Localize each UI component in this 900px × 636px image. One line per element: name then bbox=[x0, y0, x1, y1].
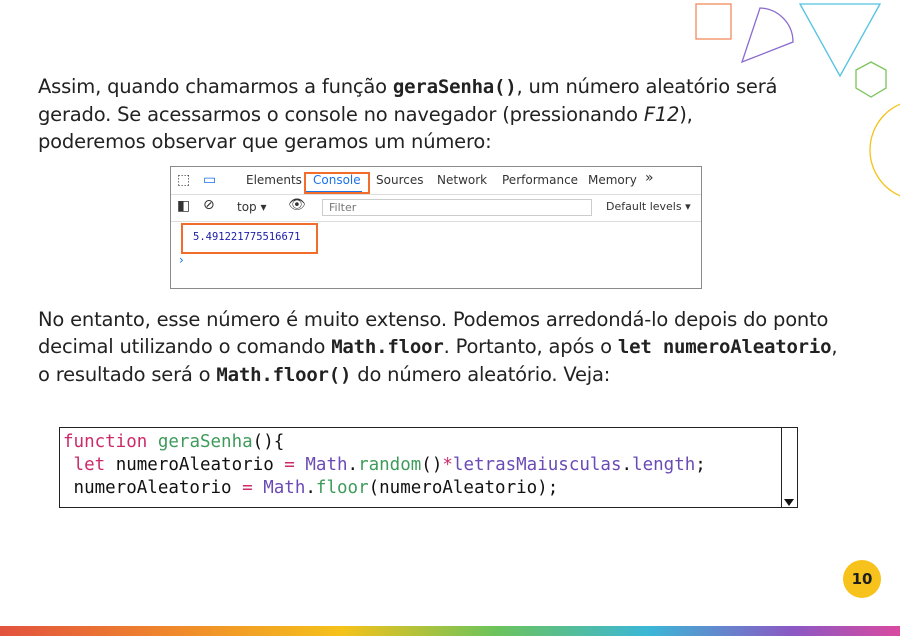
quarter-circle-shape bbox=[740, 7, 794, 64]
more-tabs-icon[interactable]: » bbox=[645, 170, 654, 186]
console-toolbar: ◧ ⊘ top ▾ 👁 Filter Default levels ▾ bbox=[171, 195, 701, 222]
rainbow-footer-bar bbox=[0, 626, 900, 636]
inline-code-let: let numeroAleatorio bbox=[617, 336, 832, 358]
circle-shape bbox=[869, 103, 900, 197]
triangle-shape bbox=[798, 3, 882, 78]
context-select[interactable]: top ▾ bbox=[237, 200, 267, 214]
inspect-icon[interactable]: ⬚ bbox=[177, 172, 190, 188]
console-tab-highlight bbox=[304, 172, 370, 194]
code-text: function geraSenha(){ let numeroAleatori… bbox=[63, 432, 706, 498]
filter-input[interactable]: Filter bbox=[322, 199, 592, 216]
devtools-tab-bar: ⬚ ▭ Elements Console Sources Network Per… bbox=[171, 167, 701, 195]
inline-code-math-floor: Math.floor bbox=[331, 336, 444, 358]
code-scrollbar[interactable] bbox=[781, 428, 797, 507]
code-block: function geraSenha(){ let numeroAleatori… bbox=[59, 427, 798, 508]
console-output-value: 5.491221775516671 bbox=[193, 231, 301, 243]
key-f12: F12 bbox=[643, 103, 680, 126]
console-prompt[interactable]: › bbox=[179, 253, 184, 267]
inline-code-math-floor-call: Math.floor() bbox=[216, 364, 352, 386]
hexagon-shape bbox=[855, 61, 887, 98]
body-paragraph: No entanto, esse número é muito extenso.… bbox=[38, 308, 838, 386]
device-toolbar-icon[interactable]: ▭ bbox=[203, 172, 216, 188]
clear-console-icon[interactable]: ⊘ bbox=[203, 197, 215, 213]
default-levels-select[interactable]: Default levels ▾ bbox=[606, 200, 691, 213]
tab-memory[interactable]: Memory bbox=[588, 173, 637, 187]
eye-icon[interactable]: 👁 bbox=[288, 197, 306, 213]
scroll-down-icon[interactable] bbox=[784, 499, 794, 506]
tab-elements[interactable]: Elements bbox=[246, 173, 302, 187]
inline-code-gerasenha: geraSenha() bbox=[392, 76, 517, 98]
sidebar-toggle-icon[interactable]: ◧ bbox=[177, 198, 190, 214]
page-number-badge: 10 bbox=[843, 560, 881, 598]
tab-sources[interactable]: Sources bbox=[376, 173, 423, 187]
intro-paragraph: Assim, quando chamarmos a função geraSen… bbox=[38, 75, 778, 153]
tab-performance[interactable]: Performance bbox=[502, 173, 578, 187]
square-shape bbox=[695, 3, 732, 40]
tab-network[interactable]: Network bbox=[437, 173, 487, 187]
devtools-screenshot: ⬚ ▭ Elements Console Sources Network Per… bbox=[170, 166, 702, 289]
